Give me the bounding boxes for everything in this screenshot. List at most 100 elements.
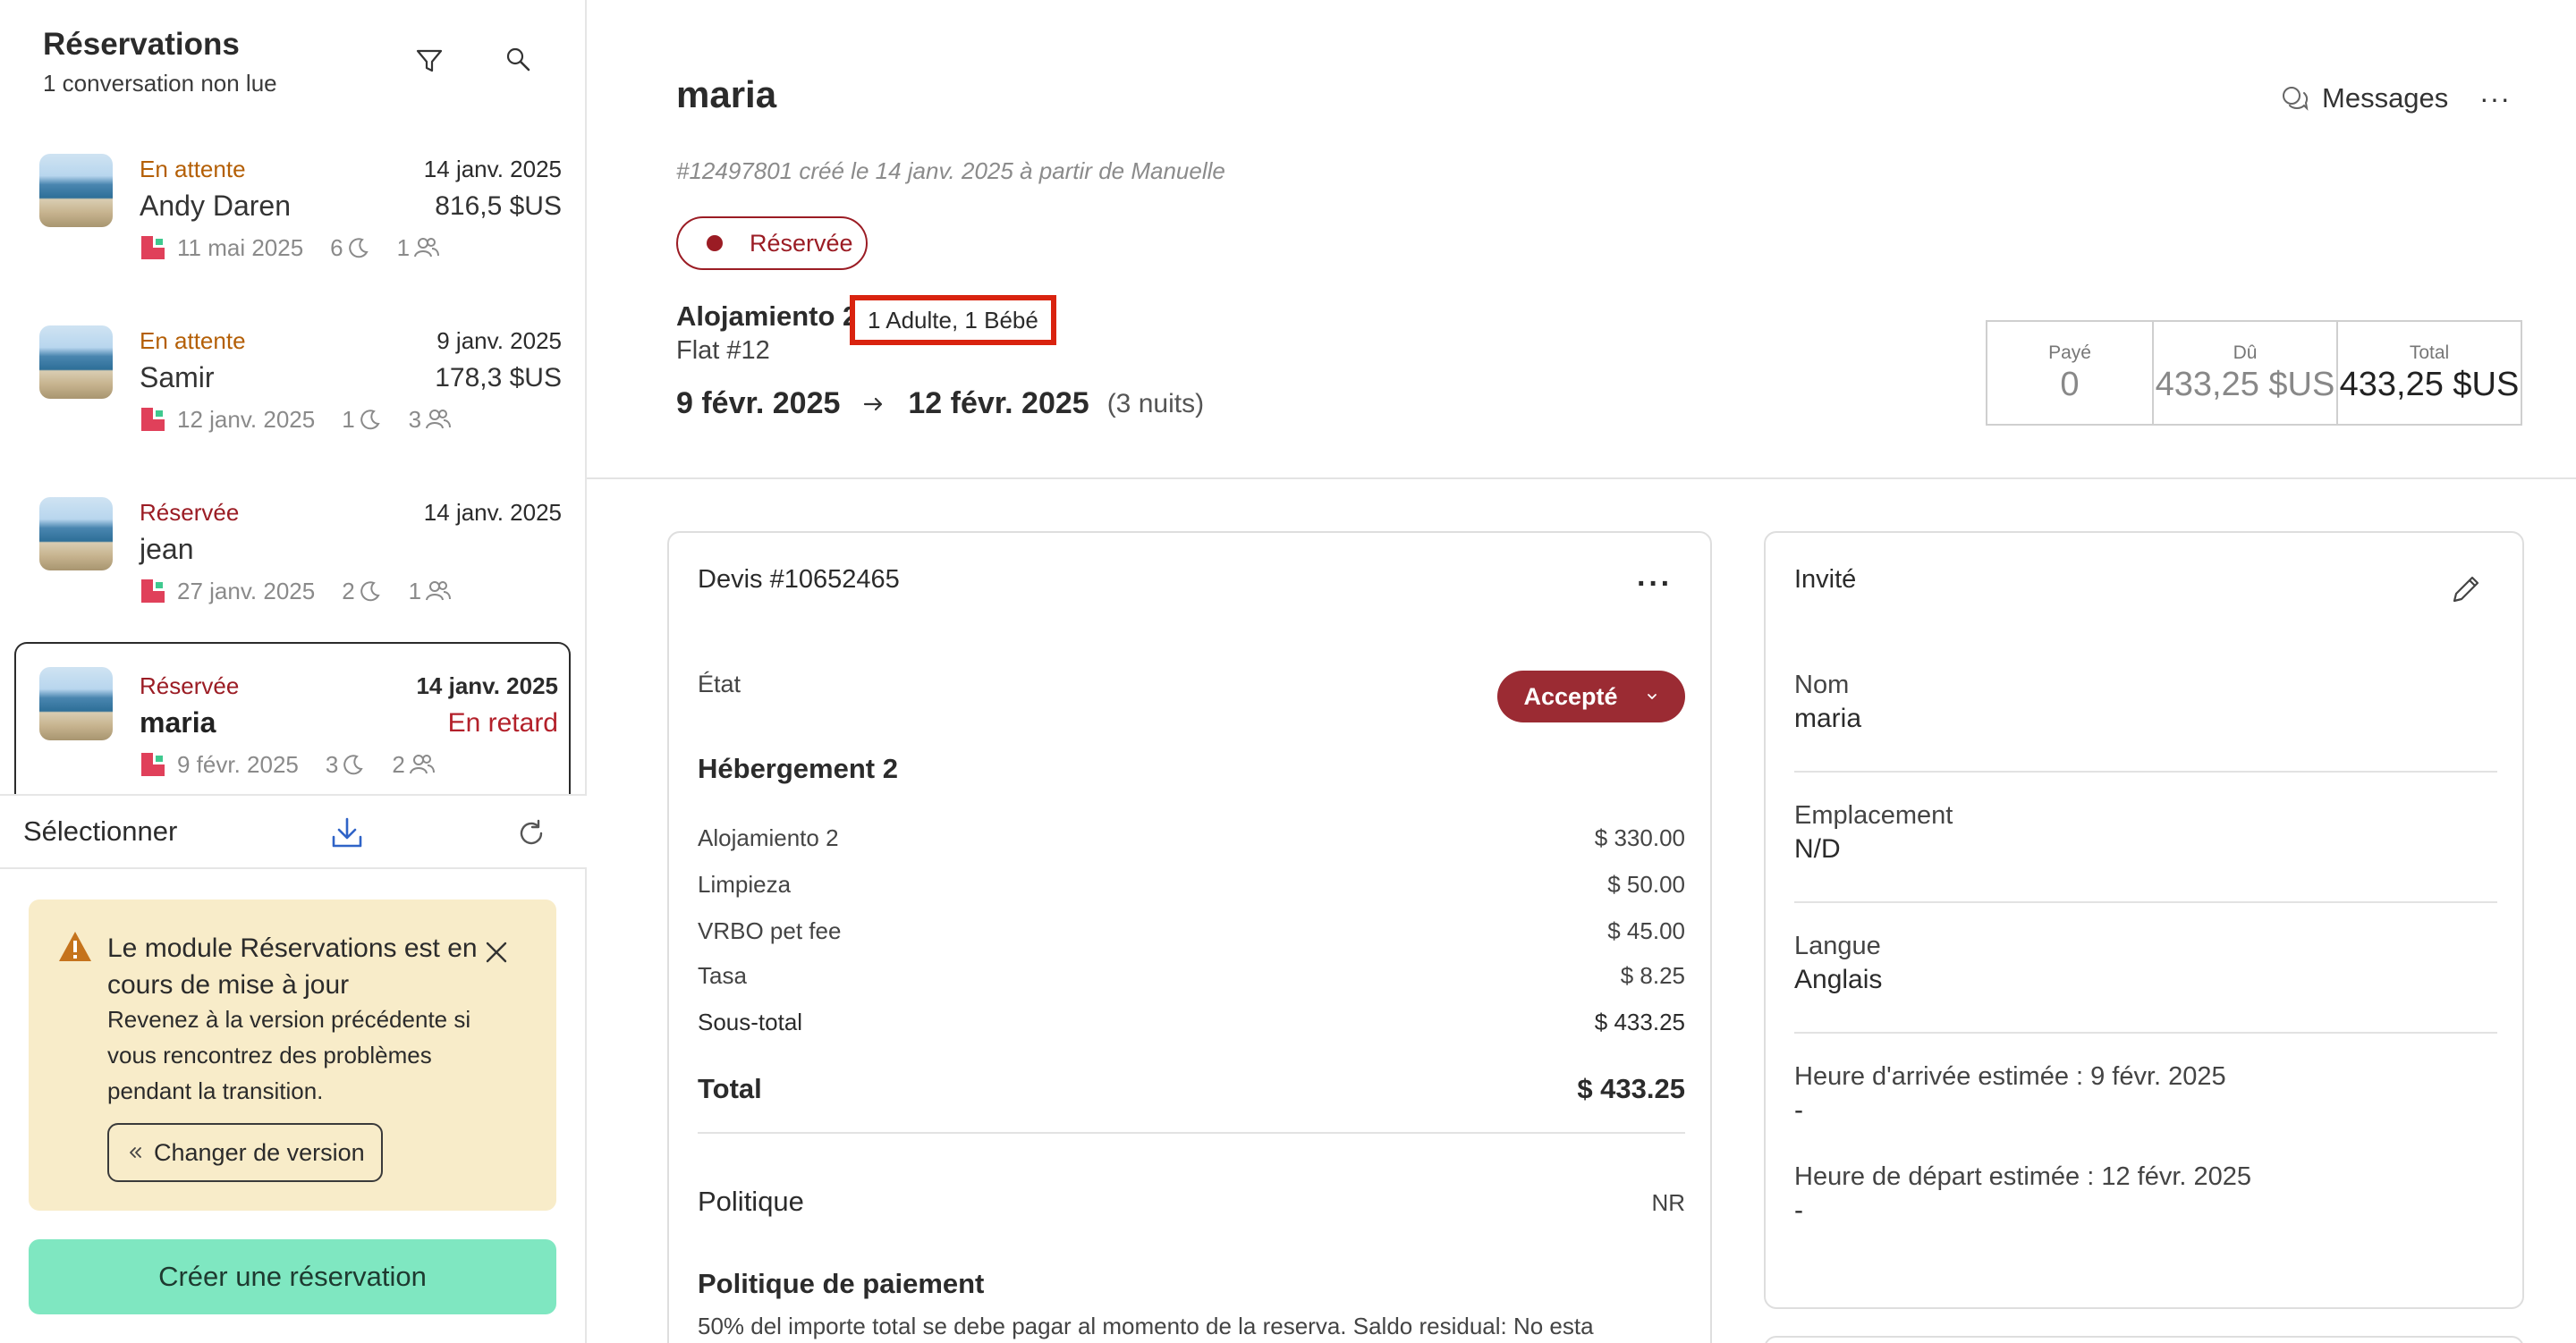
nights-count: 3 [325,750,339,778]
reservation-item-selected[interactable]: Réservée 14 janv. 2025 maria En retard 9… [14,642,571,796]
subtotal-amount: $ 433.25 [1594,1009,1685,1035]
reservation-status: En attente [140,156,246,182]
field-label: Langue [1794,932,1881,960]
people-icon [414,238,440,258]
total-amount: $ 433.25 [1577,1073,1685,1104]
guests-count: 2 [392,750,405,778]
paid-cell: Payé 0 [1987,322,2154,424]
subtotal-row: Sous-total $ 433.25 [698,1009,1685,1036]
guests-count: 3 [408,405,422,433]
download-icon[interactable] [327,814,367,853]
guest-field-departure: Heure de départ estimée : 12 févr. 2025 … [1794,1162,2497,1226]
total-value: 433,25 $US [2339,365,2520,403]
property-thumbnail [39,497,113,570]
switch-version-button[interactable]: Changer de version [107,1123,383,1182]
line-item-amount: $ 50.00 [1607,871,1685,898]
guests-summary: 1 Adulte, 1 Bébé [850,295,1056,345]
total-cell: Total 433,25 $US [2338,322,2521,424]
guest-field-location: Emplacement N/D [1794,801,2497,865]
pencil-icon[interactable] [2447,570,2485,608]
late-badge: En retard [447,708,558,738]
due-cell: Dû 433,25 $US [2154,322,2338,424]
line-item-amount: $ 330.00 [1594,824,1685,851]
arrow-right-icon [864,397,883,410]
checkin-date: 9 févr. 2025 [177,750,299,778]
airbnb-source-icon [141,579,165,603]
state-label: État [698,671,741,697]
reservation-date: 14 janv. 2025 [423,156,562,182]
chevron-down-icon [1647,694,1657,699]
close-icon[interactable] [485,941,508,964]
select-button[interactable]: Sélectionner [23,815,177,848]
payment-policy-title: Politique de paiement [698,1268,985,1299]
airbnb-source-icon [141,408,165,431]
line-item: Tasa $ 8.25 [698,962,1685,990]
property-thumbnail [39,667,113,740]
refresh-icon[interactable] [515,817,547,849]
messages-label: Messages [2322,82,2449,114]
chat-icon [2283,87,2309,111]
quote-more-button[interactable]: ··· [1637,567,1673,602]
guest-field-arrival: Heure d'arrivée estimée : 9 févr. 2025 - [1794,1062,2497,1126]
sidebar-title: Réservations [43,27,240,62]
quote-divider [698,1132,1685,1134]
field-divider [1794,771,2497,773]
reservation-status: En attente [140,327,246,354]
accommodation-section-title: Hébergement 2 [698,753,898,784]
reservation-item[interactable]: En attente 9 janv. 2025 Samir 178,3 $US … [14,315,571,476]
create-reservation-button[interactable]: Créer une réservation [29,1239,556,1314]
reservation-meta: 9 févr. 2025 3 2 [140,749,436,780]
state-value: Accepté [1523,682,1618,710]
due-label: Dû [2233,342,2258,363]
more-options-button[interactable]: ··· [2479,82,2511,115]
reservation-status: Réservée [140,672,240,699]
reservation-status: Réservée [140,499,240,526]
checkin-date: 27 janv. 2025 [177,577,316,604]
line-item: Alojamiento 2 $ 330.00 [698,824,1685,852]
reservation-item[interactable]: En attente 14 janv. 2025 Andy Daren 816,… [14,143,571,304]
field-label: Heure de départ estimée : 12 févr. 2025 [1794,1162,2252,1191]
guests-count: 1 [408,577,422,604]
field-label: Emplacement [1794,801,1953,830]
unit-name: Flat #12 [676,336,770,365]
guest-name: jean [140,533,194,565]
field-label: Heure d'arrivée estimée : 9 févr. 2025 [1794,1062,2226,1091]
property-name: Alojamiento 2 [676,300,859,332]
field-value: Anglais [1794,965,1883,994]
total-row: Total $ 433.25 [698,1073,1685,1105]
line-item: VRBO pet fee $ 45.00 [698,917,1685,945]
line-item-label: VRBO pet fee [698,917,842,944]
moon-icon [360,410,380,430]
messages-button[interactable]: Messages [2279,82,2448,114]
payment-policy-text: 50% del importe total se debe pagar al m… [698,1313,1594,1339]
status-dot [707,235,723,251]
guest-card: Invité Nom maria Emplacement N/D Langue … [1764,531,2524,1309]
reservation-item[interactable]: Réservée 14 janv. 2025 jean 27 janv. 202… [14,486,571,647]
total-label: Total [2409,342,2450,363]
people-icon [409,755,435,774]
policy-value: NR [1651,1189,1685,1216]
line-item-amount: $ 8.25 [1620,962,1685,989]
state-dropdown[interactable]: Accepté [1497,671,1685,722]
field-divider [1794,901,2497,903]
moon-icon [360,581,380,602]
switch-version-label: Changer de version [154,1139,365,1166]
checkin-date: 9 févr. 2025 [676,386,841,420]
checkout-date: 12 févr. 2025 [908,386,1089,420]
search-icon[interactable] [501,43,537,79]
reservation-date: 14 janv. 2025 [416,672,558,699]
field-divider [1794,1032,2497,1034]
nights-count: 2 [342,577,355,604]
page-title: maria [676,73,777,115]
checkin-date: 11 mai 2025 [177,233,304,261]
people-icon [426,410,452,429]
guest-name: Samir [140,361,215,393]
subtotal-label: Sous-total [698,1009,803,1035]
quote-title: Devis #10652465 [698,565,900,594]
paid-label: Payé [2048,342,2091,363]
filter-icon[interactable] [411,43,447,79]
policy-label: Politique [698,1186,804,1217]
guest-name: Andy Daren [140,190,291,222]
payment-summary: Payé 0 Dû 433,25 $US Total 433,25 $US [1986,320,2522,426]
reservation-meta-line: #12497801 créé le 14 janv. 2025 à partir… [676,157,1225,184]
